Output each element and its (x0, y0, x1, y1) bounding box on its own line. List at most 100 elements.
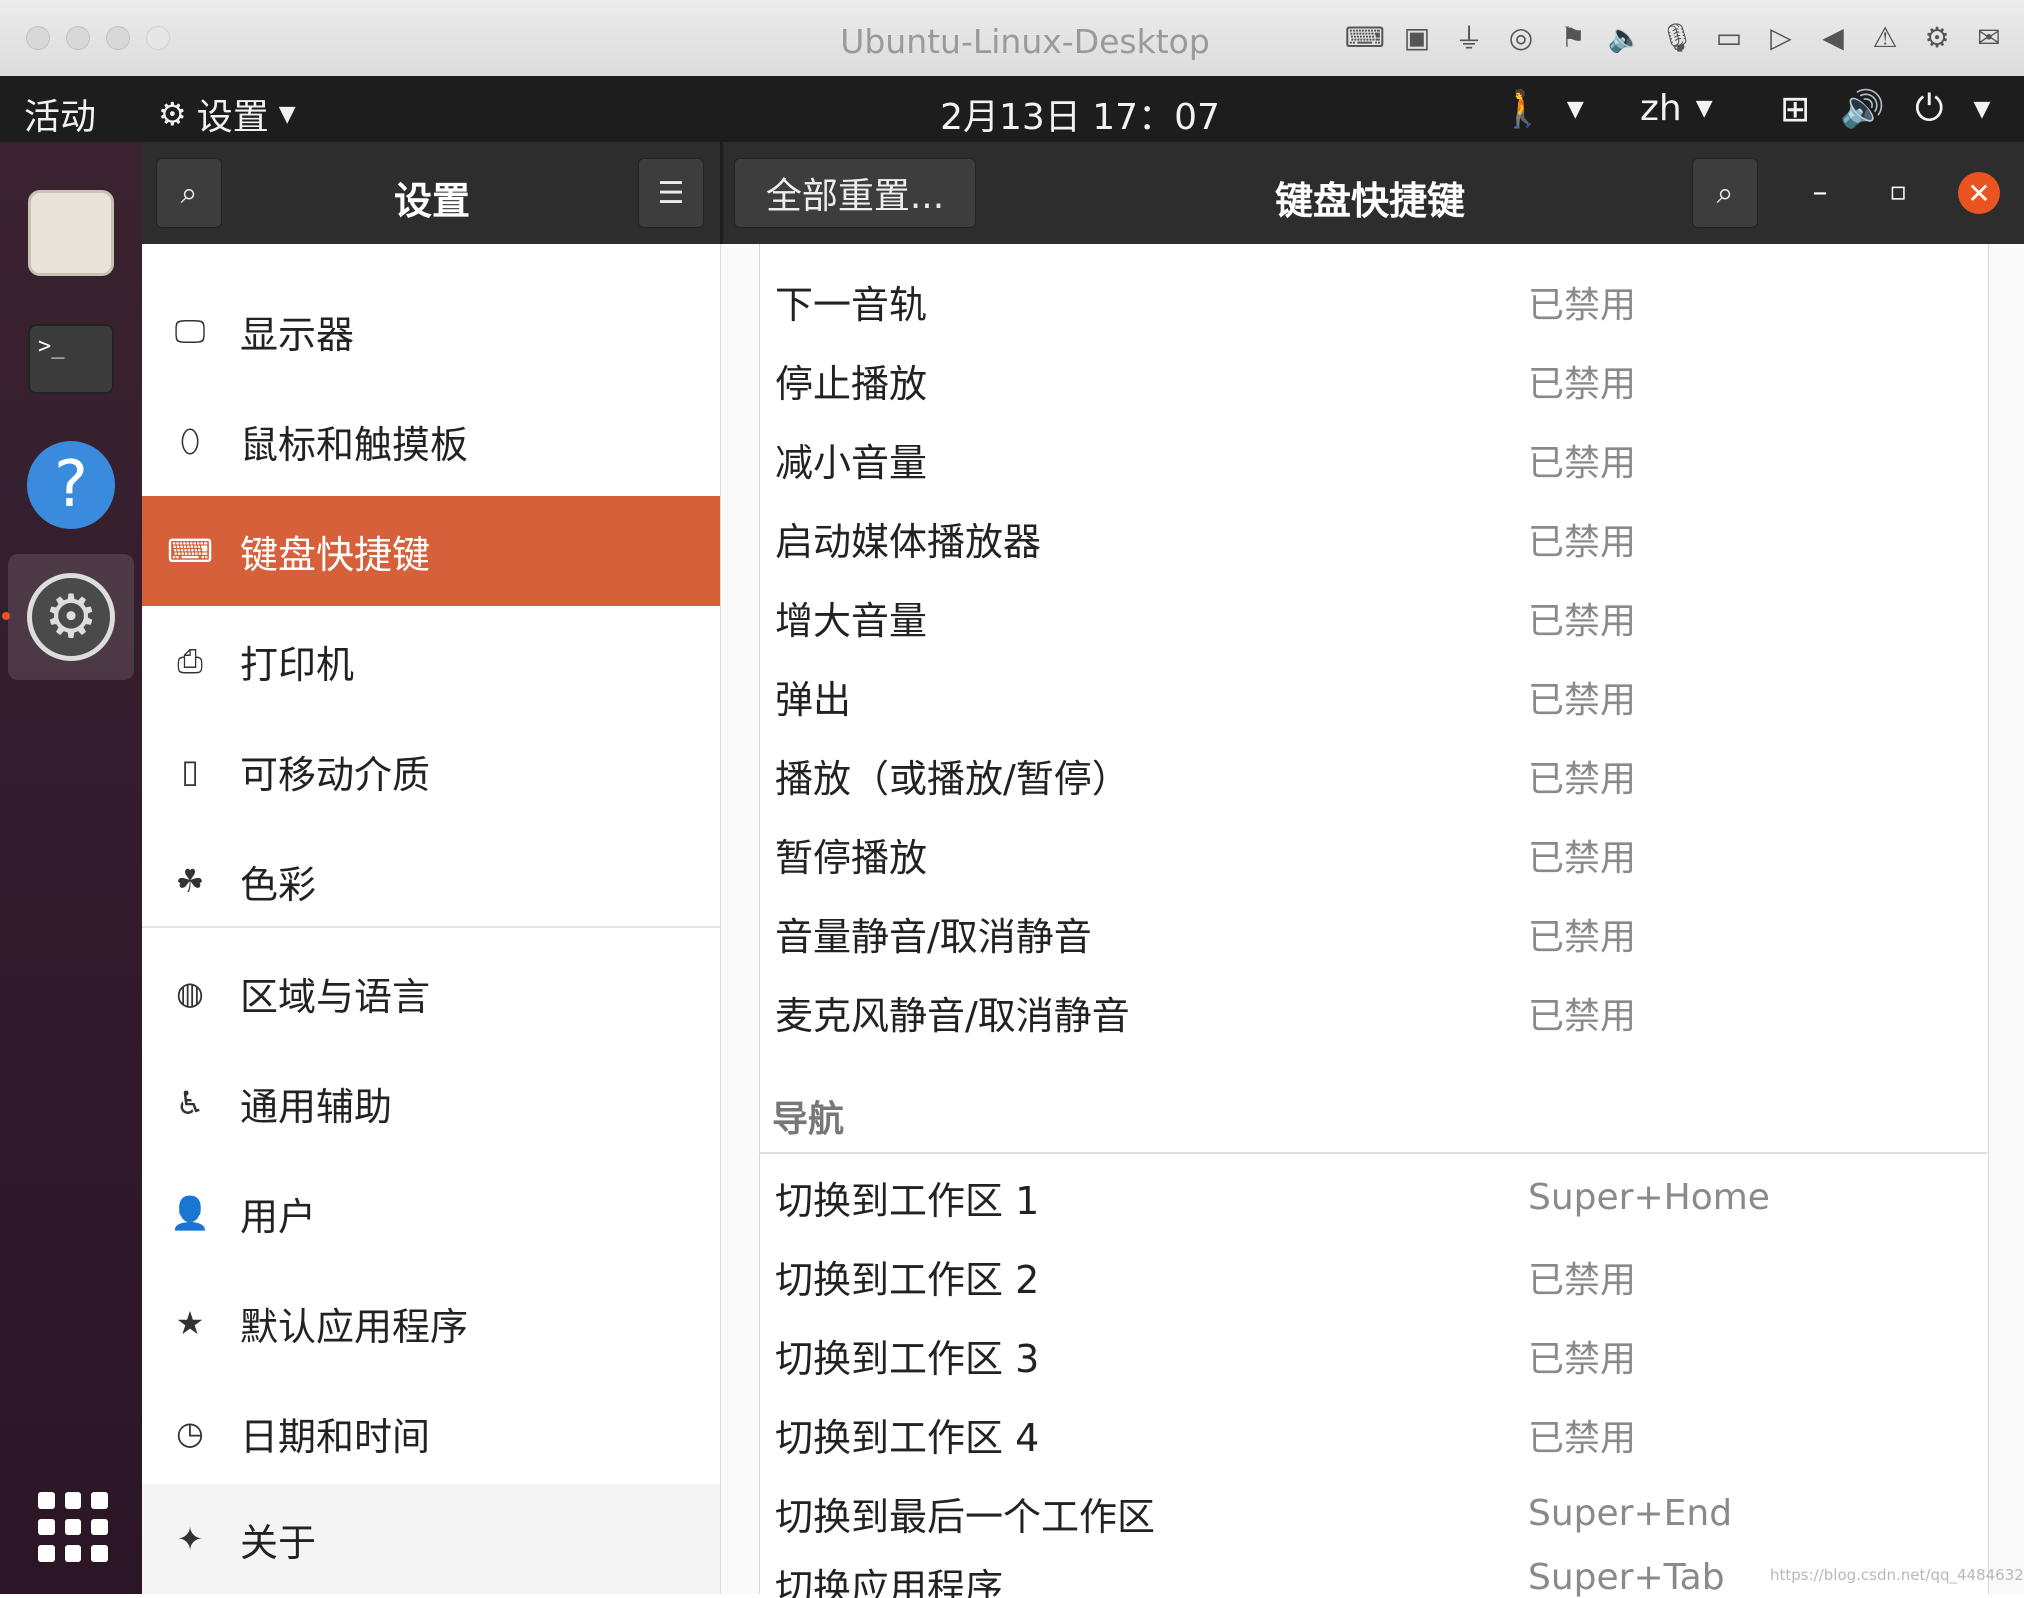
sidebar-item-about[interactable]: ✦ 关于 (142, 1484, 720, 1594)
activities-button[interactable]: 活动 (24, 88, 96, 140)
power-icon: ⏻ (1915, 88, 1944, 129)
gear-icon[interactable]: ⚙ (1920, 18, 1954, 56)
mouse-icon: ⬯ (179, 421, 201, 460)
zoom-traffic-light[interactable] (106, 26, 130, 50)
clock-icon: ◷ (176, 1414, 204, 1452)
shortcut-value: 已禁用 (1528, 1417, 1637, 1459)
input-method-menu[interactable]: zh ▼ (1640, 88, 1713, 129)
camera-icon[interactable]: ▷ (1764, 18, 1798, 56)
host-window-titlebar: Ubuntu-Linux-Desktop ⌨ ▣ ⏚ ◎ ⚑ 🔈 🎙 ▭ ▷ ◀… (0, 0, 2024, 77)
shortcut-row[interactable]: 切换到工作区 1 Super+Home (775, 1158, 1975, 1237)
page-title: 键盘快捷键 (1274, 179, 1465, 223)
settings-sidebar: 🖵 显示器 ⬯ 鼠标和触摸板 ⌨ 键盘快捷键 ⎙ 打印机 ▯ 可移动介质 ☘ 色… (142, 244, 721, 1594)
shortcut-value: 已禁用 (1528, 284, 1637, 326)
shortcut-row[interactable]: 停止播放 已禁用 (775, 341, 1975, 420)
sidebar-item-accessibility[interactable]: ♿ 通用辅助 (142, 1048, 720, 1158)
mail-icon[interactable]: ✉ (1972, 18, 2006, 56)
help-launcher[interactable]: ? (8, 422, 134, 548)
host-window-title: Ubuntu-Linux-Desktop (840, 22, 1210, 61)
chip-icon[interactable]: ▣ (1400, 18, 1434, 56)
sidebar-item-color[interactable]: ☘ 色彩 (142, 826, 720, 936)
color-icon: ☘ (175, 862, 205, 900)
usb-icon[interactable]: ⏚ (1452, 18, 1486, 56)
reset-all-button[interactable]: 全部重置... (734, 158, 976, 228)
shortcut-value: 已禁用 (1528, 758, 1637, 800)
sidebar-item-label: 通用辅助 (240, 1084, 393, 1129)
maximize-button[interactable]: ▫ (1876, 170, 1920, 214)
minimize-button[interactable]: – (1798, 170, 1842, 214)
shortcut-row[interactable]: 切换到最后一个工作区 Super+End (775, 1474, 1975, 1553)
host-toolbar-icons: ⌨ ▣ ⏚ ◎ ⚑ 🔈 🎙 ▭ ▷ ◀ ⚠ ⚙ ✉ (1345, 18, 2006, 56)
sidebar-item-keyboard-shortcuts[interactable]: ⌨ 键盘快捷键 (142, 496, 720, 606)
close-button[interactable]: ✕ (1958, 172, 2000, 214)
shortcut-name: 弹出 (775, 678, 852, 722)
accessibility-icon: ♿ (175, 1084, 205, 1122)
back-arrow-icon[interactable]: ◀ (1816, 18, 1850, 56)
hamburger-menu-button[interactable]: ☰ (638, 158, 704, 228)
clock[interactable]: 2月13日 17：07 (900, 88, 1260, 140)
shortcut-value: 已禁用 (1528, 1259, 1637, 1301)
sidebar-item-label: 键盘快捷键 (240, 532, 431, 577)
shortcut-row[interactable]: 音量静音/取消静音 已禁用 (775, 894, 1975, 973)
files-launcher[interactable] (8, 170, 134, 296)
terminal-launcher[interactable]: >_ (8, 296, 134, 422)
network-flag-icon[interactable]: ⚑ (1556, 18, 1590, 56)
sidebar-item-removable-media[interactable]: ▯ 可移动介质 (142, 716, 720, 826)
shortcut-name: 播放（或播放/暂停） (775, 757, 1130, 801)
sparkle-icon: ✦ (176, 1520, 204, 1558)
speaker-icon[interactable]: 🔈 (1608, 18, 1643, 56)
cd-icon[interactable]: ◎ (1504, 18, 1538, 56)
user-icon: 👤 (170, 1194, 210, 1232)
shortcut-row[interactable]: 增大音量 已禁用 (775, 578, 1975, 657)
shortcut-row[interactable]: 下一音轨 已禁用 (775, 262, 1975, 341)
sidebar-item-default-apps[interactable]: ★ 默认应用程序 (142, 1268, 720, 1378)
shortcut-value: 已禁用 (1528, 1338, 1637, 1380)
shortcut-value: Super+Tab (1528, 1557, 1725, 1598)
watermark: https://blog.csdn.net/qq_44846324 (1770, 1566, 2024, 1584)
shortcut-search-button[interactable]: ⌕ (1692, 158, 1758, 228)
input-method-label: zh (1640, 88, 1682, 129)
shortcut-row[interactable]: 弹出 已禁用 (775, 657, 1975, 736)
close-icon: ✕ (1967, 176, 1991, 210)
sidebar-item-mouse[interactable]: ⬯ 鼠标和触摸板 (142, 386, 720, 496)
chevron-down-icon: ▼ (1695, 96, 1713, 121)
shortcut-name: 切换应用程序 (775, 1566, 1004, 1598)
search-icon: ⌕ (1716, 175, 1734, 211)
shortcut-row[interactable]: 切换到工作区 4 已禁用 (775, 1395, 1975, 1474)
show-applications-button[interactable] (38, 1492, 108, 1562)
shortcut-name: 麦克风静音/取消静音 (775, 994, 1130, 1038)
accessibility-menu[interactable]: 🚶 ▼ (1500, 88, 1584, 130)
shortcut-name: 切换到工作区 2 (775, 1258, 1040, 1302)
sidebar-item-label: 色彩 (240, 862, 317, 907)
shortcut-value: 已禁用 (1528, 837, 1637, 879)
shortcut-row[interactable]: 启动媒体播放器 已禁用 (775, 499, 1975, 578)
shortcut-row[interactable]: 切换到工作区 3 已禁用 (775, 1316, 1975, 1395)
sidebar-item-display[interactable]: 🖵 显示器 (142, 276, 720, 386)
sidebar-item-date-time[interactable]: ◷ 日期和时间 (142, 1378, 720, 1488)
system-menu[interactable]: ⊞ 🔊 ⏻ ▼ (1780, 88, 1990, 130)
keyboard-icon[interactable]: ⌨ (1345, 18, 1385, 56)
display-icon: 🖵 (174, 311, 206, 350)
close-traffic-light[interactable] (26, 26, 50, 50)
folder-icon (28, 190, 114, 276)
minimize-traffic-light[interactable] (66, 26, 90, 50)
sidebar-item-region-language[interactable]: ◍ 区域与语言 (142, 938, 720, 1048)
tablet-icon[interactable]: ▭ (1712, 18, 1746, 56)
shortcut-row[interactable]: 切换到工作区 2 已禁用 (775, 1237, 1975, 1316)
header-divider (720, 142, 723, 244)
shortcut-row[interactable]: 播放（或播放/暂停） 已禁用 (775, 736, 1975, 815)
warning-icon[interactable]: ⚠ (1868, 18, 1902, 56)
sidebar-item-users[interactable]: 👤 用户 (142, 1158, 720, 1268)
help-icon: ? (27, 441, 115, 529)
shortcut-row[interactable]: 麦克风静音/取消静音 已禁用 (775, 973, 1975, 1052)
app-menu[interactable]: ⚙ 设置 ▼ (158, 88, 296, 140)
microphone-icon[interactable]: 🎙 (1659, 18, 1695, 56)
shortcut-row[interactable]: 暂停播放 已禁用 (775, 815, 1975, 894)
shortcut-value: 已禁用 (1528, 363, 1637, 405)
shortcut-name: 减小音量 (775, 441, 928, 485)
settings-launcher[interactable]: ⚙ (8, 554, 134, 680)
sidebar-item-printers[interactable]: ⎙ 打印机 (142, 606, 720, 716)
section-heading-navigation: 导航 (772, 1099, 845, 1140)
keyboard-icon: ⌨ (166, 532, 214, 570)
shortcut-row[interactable]: 减小音量 已禁用 (775, 420, 1975, 499)
